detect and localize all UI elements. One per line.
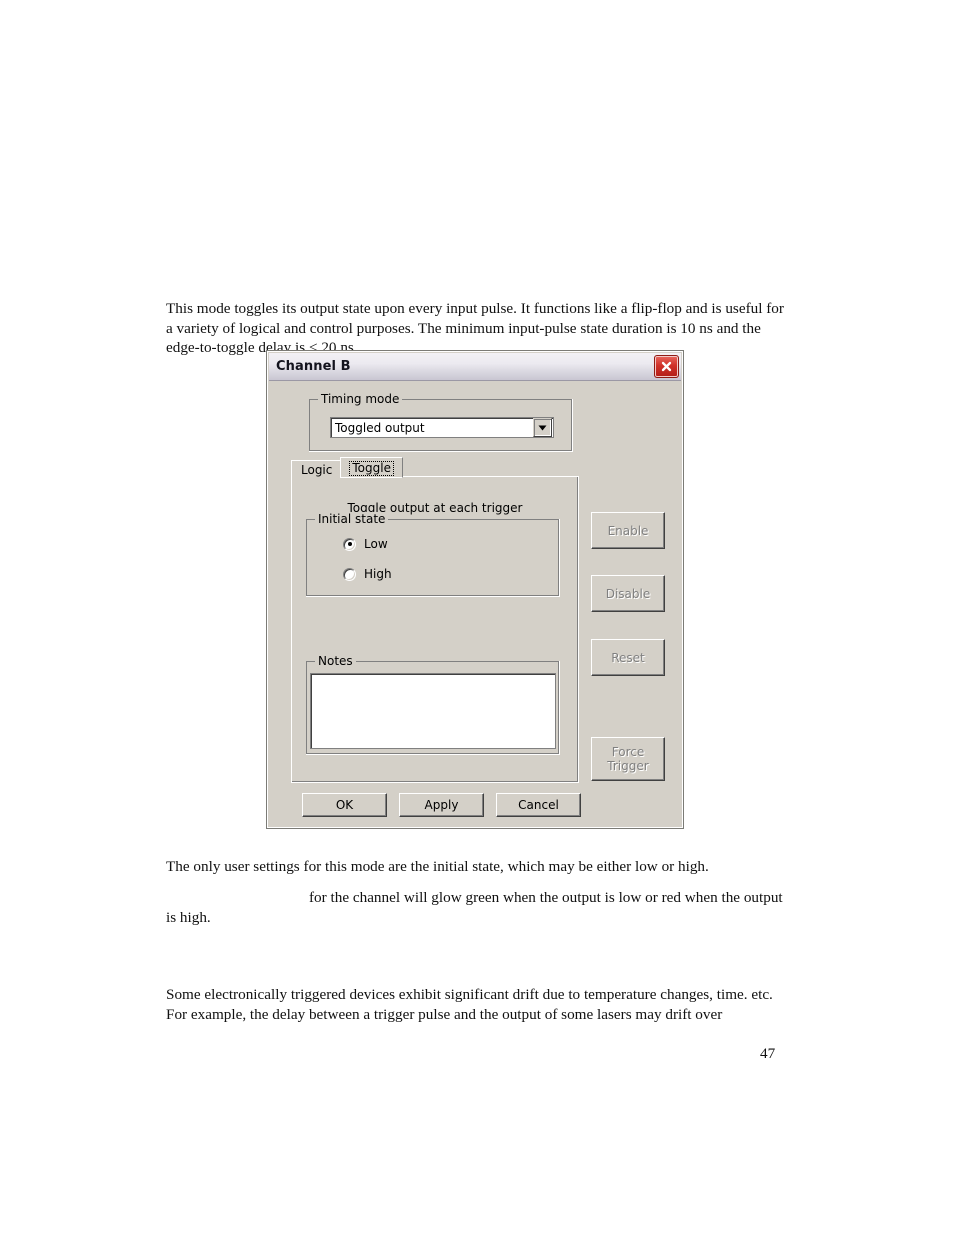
force-trigger-line2: Trigger — [607, 759, 649, 773]
tab-logic[interactable]: Logic — [291, 460, 343, 477]
channel-b-dialog: Channel B Timing mode Toggled output Log… — [266, 350, 684, 829]
initial-state-group-label: Initial state — [315, 512, 389, 526]
disable-button[interactable]: Disable — [591, 575, 665, 612]
timing-mode-group: Timing mode Toggled output — [309, 392, 573, 452]
disable-button-label: Disable — [605, 586, 651, 601]
radio-high-label: High — [364, 567, 392, 581]
apply-button-label: Apply — [424, 798, 459, 812]
dialog-title: Channel B — [276, 359, 351, 374]
cancel-button[interactable]: Cancel — [496, 793, 581, 817]
notes-group: Notes — [306, 654, 560, 755]
ok-button[interactable]: OK — [302, 793, 387, 817]
paragraph-glow-text: for the channel will glow green when the… — [166, 889, 783, 926]
tab-toggle-label: Toggle — [349, 461, 394, 476]
timing-mode-group-label: Timing mode — [318, 392, 403, 406]
reset-button[interactable]: Reset — [591, 639, 665, 676]
force-trigger-line1: Force — [611, 745, 645, 759]
tabstrip: Logic Toggle — [291, 457, 579, 478]
paragraph-usage: The only user settings for this mode are… — [166, 858, 709, 876]
tab-logic-label: Logic — [301, 463, 333, 477]
radio-low-label: Low — [364, 537, 388, 551]
enable-button-label: Enable — [607, 523, 649, 538]
radio-selected-icon — [343, 537, 356, 551]
cancel-button-label: Cancel — [518, 798, 559, 812]
paragraph-drift: Some electronically triggered devices ex… — [166, 986, 773, 1023]
notes-input[interactable] — [310, 673, 556, 749]
page-number: 47 — [760, 1045, 776, 1062]
radio-initial-state-low[interactable]: Low — [343, 537, 388, 551]
dialog-titlebar: Channel B — [269, 353, 681, 381]
ok-button-label: OK — [335, 798, 354, 812]
apply-button[interactable]: Apply — [399, 793, 484, 817]
radio-unselected-icon — [343, 567, 356, 581]
force-trigger-button[interactable]: Force Trigger — [591, 737, 665, 781]
radio-initial-state-high[interactable]: High — [343, 567, 392, 581]
reset-button-label: Reset — [611, 650, 645, 665]
paragraph-glow: for the channel will glow green when the… — [166, 888, 786, 927]
tab-toggle[interactable]: Toggle — [340, 457, 403, 478]
initial-state-group: Initial state Low High — [306, 512, 560, 597]
timing-mode-value: Toggled output — [335, 420, 425, 435]
enable-button[interactable]: Enable — [591, 512, 665, 549]
close-icon[interactable] — [654, 355, 679, 378]
timing-mode-combobox[interactable]: Toggled output — [330, 417, 554, 438]
dialog-body: Timing mode Toggled output Logic Toggle … — [271, 385, 679, 825]
toggle-tab-panel: Toggle output at each trigger Initial st… — [291, 476, 579, 783]
notes-group-label: Notes — [315, 654, 356, 668]
chevron-down-icon[interactable] — [533, 418, 552, 437]
